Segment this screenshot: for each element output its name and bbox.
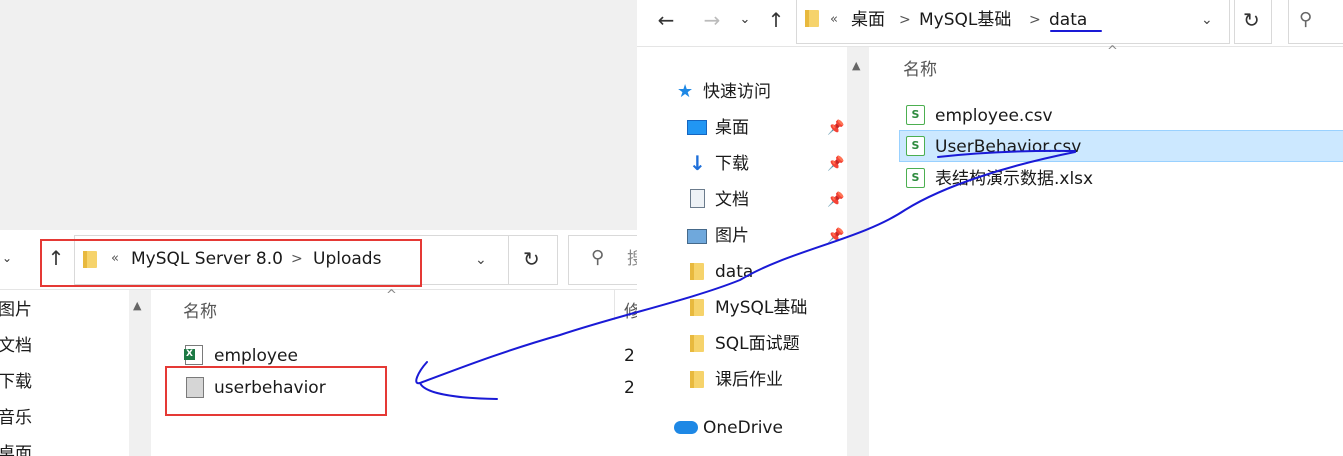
- folder-icon: [805, 10, 819, 27]
- column-divider[interactable]: [614, 290, 615, 320]
- sidebar-item-desktop[interactable]: 桌面: [0, 444, 32, 456]
- desktop-icon: [687, 120, 707, 135]
- csv-icon: S: [906, 168, 925, 188]
- right-refresh-button[interactable]: ↻: [1234, 0, 1272, 44]
- sort-indicator-icon: ^: [1107, 44, 1118, 59]
- left-explorer-window: ⌄ ↑ « MySQL Server 8.0 > Uploads ⌄ ↻ ⚲ 搜…: [0, 230, 637, 456]
- sidebar-item-documents[interactable]: 文档: [0, 336, 32, 356]
- nav-onedrive[interactable]: OneDrive: [703, 418, 783, 438]
- breadcrumb-separator: >: [1029, 12, 1041, 28]
- csv-icon: S: [906, 105, 925, 125]
- folder-icon: [690, 299, 704, 316]
- scroll-up-icon[interactable]: ▲: [852, 56, 860, 76]
- annotation-highlight-file: [165, 366, 387, 416]
- refresh-icon: ↻: [1243, 8, 1260, 32]
- nav-item-pictures[interactable]: 图片: [715, 226, 749, 246]
- file-date-fragment: 2: [624, 346, 635, 366]
- sidebar-item-pictures[interactable]: 图片: [0, 300, 32, 320]
- up-arrow-icon[interactable]: ↑: [764, 9, 788, 31]
- nav-item-downloads[interactable]: 下载: [715, 154, 749, 174]
- pictures-icon: [687, 229, 707, 244]
- history-dropdown-icon[interactable]: ⌄: [737, 9, 753, 31]
- folder-icon: [690, 371, 704, 388]
- pin-icon[interactable]: 📌: [827, 193, 844, 207]
- sort-indicator-icon: ^: [386, 288, 397, 303]
- address-dropdown-icon[interactable]: ⌄: [1201, 10, 1213, 30]
- document-icon: [690, 189, 705, 208]
- sidebar-item-music[interactable]: 音乐: [0, 408, 32, 428]
- annotation-highlight-address: [40, 239, 422, 287]
- file-name-userbehavior-csv[interactable]: UserBehavior.csv: [935, 137, 1081, 157]
- breadcrumb-data[interactable]: data: [1049, 10, 1087, 30]
- search-placeholder-fragment: 搜: [627, 249, 637, 269]
- csv-icon: S: [906, 136, 925, 156]
- file-date-fragment: 2: [624, 378, 635, 398]
- address-chevron[interactable]: «: [830, 10, 838, 30]
- sidebar-item-downloads[interactable]: 下载: [0, 372, 32, 392]
- search-icon: ⚲: [591, 247, 605, 268]
- nav-item-sql-interview[interactable]: SQL面试题: [715, 334, 800, 354]
- column-header-modified[interactable]: 修: [624, 302, 637, 322]
- column-header-name[interactable]: 名称: [183, 302, 217, 322]
- nav-quick-access[interactable]: 快速访问: [703, 82, 771, 102]
- pin-icon[interactable]: 📌: [827, 121, 844, 135]
- right-explorer-window: ← → ⌄ ↑ « 桌面 > MySQL基础 > data ⌄ ↻ ⚲ ★ 快速…: [637, 0, 1343, 456]
- history-dropdown-icon[interactable]: ⌄: [0, 247, 14, 269]
- breadcrumb-desktop[interactable]: 桌面: [851, 10, 885, 30]
- toolbar-divider: [637, 46, 1343, 47]
- file-name-employee[interactable]: employee: [214, 346, 298, 366]
- file-name-employee-csv[interactable]: employee.csv: [935, 106, 1053, 126]
- left-refresh-button[interactable]: ↻: [508, 235, 558, 285]
- download-icon: ↓: [689, 151, 706, 175]
- scroll-up-icon[interactable]: ▲: [133, 296, 141, 316]
- quick-access-star-icon: ★: [677, 81, 694, 102]
- folder-icon: [690, 335, 704, 352]
- right-search-box[interactable]: ⚲: [1288, 0, 1343, 44]
- nav-item-mysql-basics[interactable]: MySQL基础: [715, 298, 807, 318]
- breadcrumb-separator: >: [899, 12, 911, 28]
- pin-icon[interactable]: 📌: [827, 229, 844, 243]
- onedrive-icon: [674, 421, 698, 434]
- toolbar-divider: [0, 289, 637, 290]
- nav-item-documents[interactable]: 文档: [715, 190, 749, 210]
- search-icon: ⚲: [1299, 9, 1313, 30]
- breadcrumb-mysql-basics[interactable]: MySQL基础: [919, 10, 1011, 30]
- nav-scrollbar[interactable]: [847, 47, 869, 456]
- right-address-bar[interactable]: « 桌面 > MySQL基础 > data ⌄: [796, 0, 1230, 44]
- pin-icon[interactable]: 📌: [827, 157, 844, 171]
- left-search-box[interactable]: ⚲ 搜: [568, 235, 637, 285]
- refresh-icon: ↻: [523, 247, 540, 271]
- excel-icon: X: [184, 345, 203, 365]
- column-header-name[interactable]: 名称: [903, 60, 937, 80]
- file-name-table-structure-xlsx[interactable]: 表结构演示数据.xlsx: [935, 169, 1093, 189]
- folder-icon: [690, 263, 704, 280]
- back-arrow-icon[interactable]: ←: [653, 9, 679, 31]
- nav-item-data[interactable]: data: [715, 262, 753, 282]
- nav-item-homework[interactable]: 课后作业: [715, 370, 783, 390]
- forward-arrow-icon[interactable]: →: [699, 9, 725, 31]
- nav-item-desktop[interactable]: 桌面: [715, 118, 749, 138]
- address-dropdown-icon[interactable]: ⌄: [475, 250, 487, 270]
